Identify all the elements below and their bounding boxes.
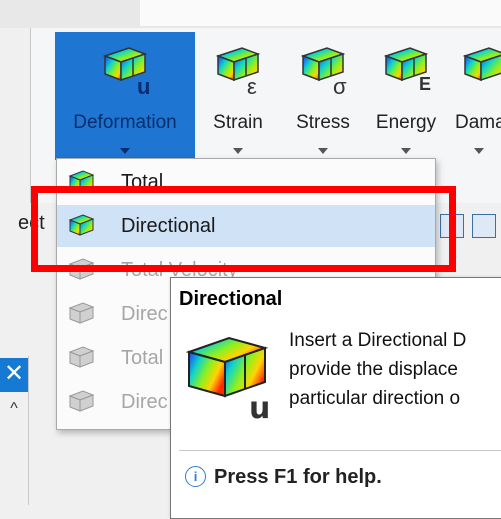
tooltip-line: particular direction o: [289, 388, 461, 409]
chevron-down-icon: [318, 148, 328, 154]
chevron-down-icon: [120, 148, 130, 154]
close-button[interactable]: ✕: [0, 358, 28, 392]
menu-item-label: Direc: [121, 391, 168, 413]
strain-symbol: ε: [247, 74, 257, 99]
tooltip-line: Insert a Directional D: [289, 330, 467, 351]
tooltip-line: provide the displace: [289, 359, 458, 380]
tooltip-title: Directional: [179, 288, 283, 310]
directional-velocity-icon: [68, 302, 95, 324]
damage-label: Dama: [455, 112, 501, 133]
energy-button[interactable]: E Energy: [367, 32, 445, 160]
energy-label: Energy: [375, 112, 437, 133]
scroll-up-button[interactable]: ^: [4, 400, 24, 422]
deformation-button[interactable]: u Deformation: [55, 32, 195, 160]
directional-acceleration-icon: [68, 390, 95, 412]
total-acceleration-icon: [68, 346, 95, 368]
strain-button[interactable]: ε Strain: [203, 32, 273, 160]
tooltip-help: i Press F1 for help.: [185, 466, 382, 489]
chevron-down-icon: [233, 148, 243, 154]
tooltip-divider: [179, 450, 501, 451]
damage-button[interactable]: Dama: [449, 32, 501, 160]
tooltip-icon-symbol: u: [249, 391, 270, 420]
chevron-down-icon: [401, 148, 411, 154]
title-area: [140, 0, 501, 26]
chevron-down-icon: [474, 148, 484, 154]
directional-deformation-icon: u: [185, 336, 270, 420]
damage-icon: [462, 47, 501, 82]
grid-icon[interactable]: [472, 214, 496, 238]
close-icon: ✕: [3, 360, 25, 387]
stress-symbol: σ: [333, 74, 347, 99]
strain-label: Strain: [213, 112, 263, 133]
deformation-symbol: u: [137, 74, 151, 99]
help-text: Press F1 for help.: [214, 466, 382, 488]
tooltip: Directional u Insert a Directional D pro…: [170, 277, 501, 519]
chevron-up-icon: ^: [10, 400, 18, 417]
energy-symbol: E: [419, 74, 432, 94]
highlight-box: [31, 186, 456, 272]
menu-item-label: Total: [121, 347, 164, 369]
info-icon: i: [185, 466, 206, 487]
tooltip-description: Insert a Directional D provide the displ…: [289, 326, 466, 413]
deformation-label: Deformation: [73, 112, 177, 133]
menu-item-label: Direc: [121, 303, 168, 325]
stress-label: Stress: [296, 112, 350, 133]
stress-button[interactable]: σ Stress: [283, 32, 363, 160]
